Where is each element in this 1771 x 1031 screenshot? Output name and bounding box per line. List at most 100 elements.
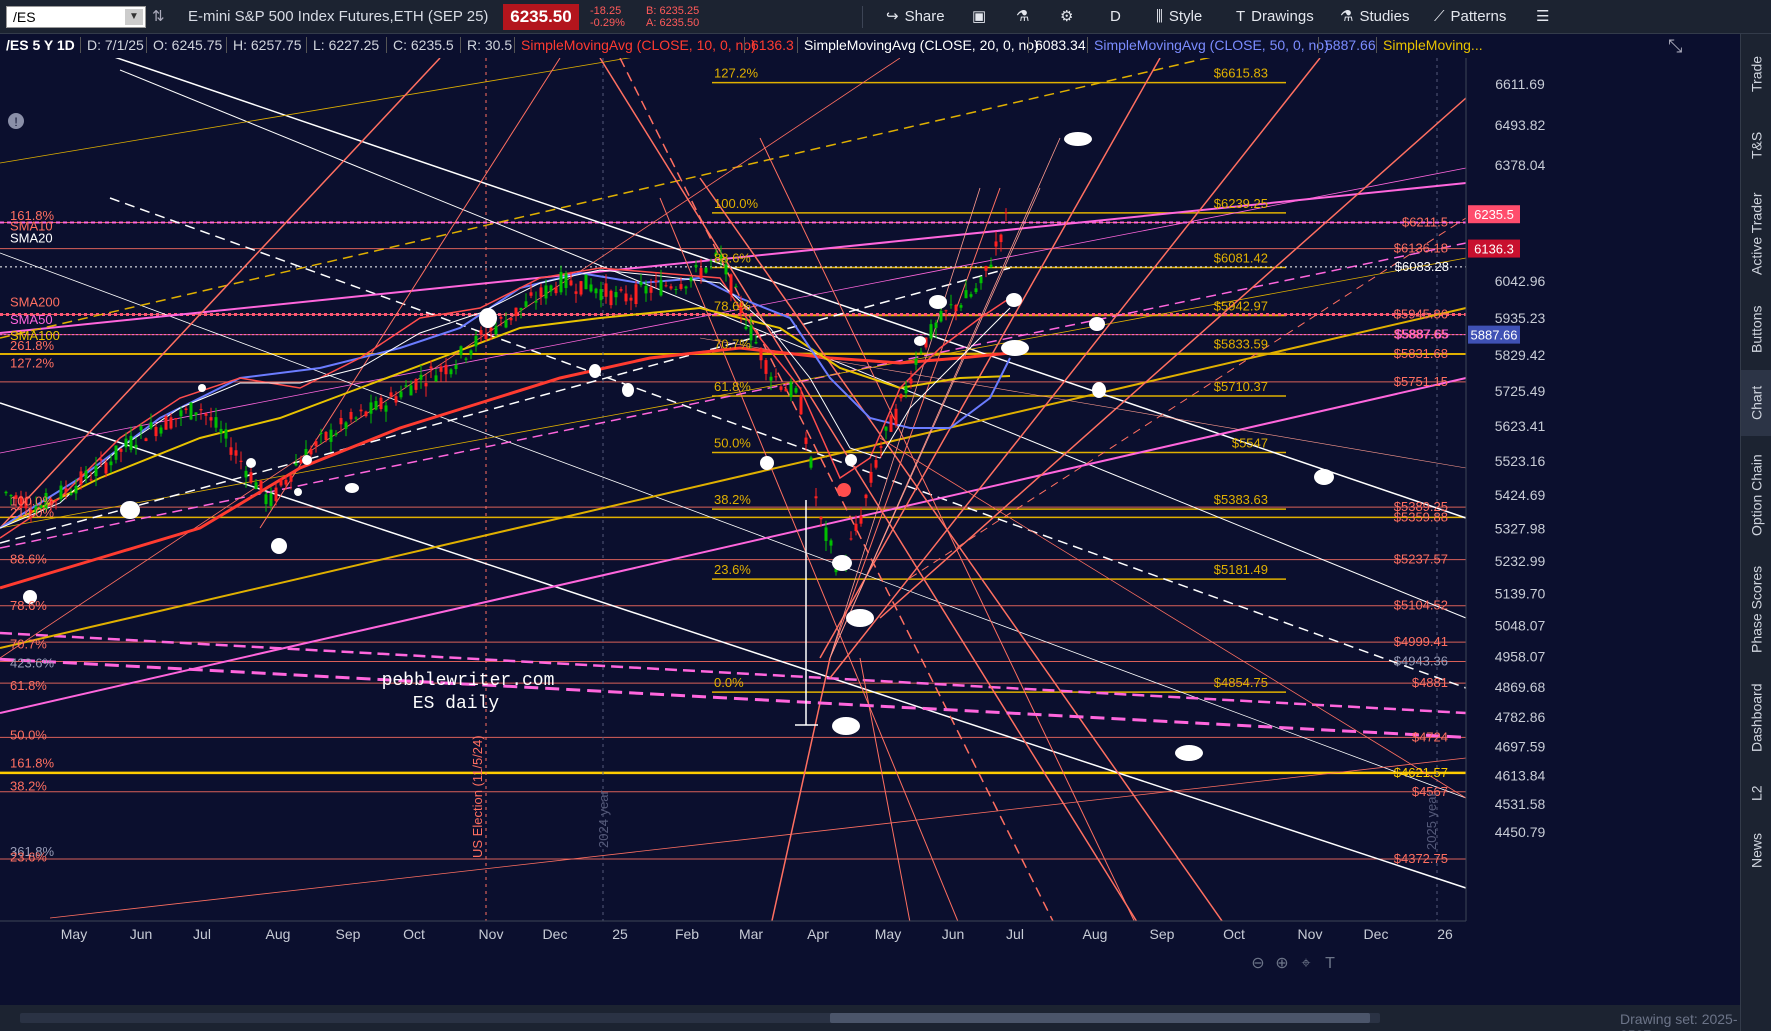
side-tab-dashboard[interactable]: Dashboard <box>1741 670 1771 766</box>
candle-body <box>84 470 88 479</box>
level-price-label: $4621.57 <box>1394 765 1448 780</box>
price-badge-label: 5887.66 <box>1471 328 1518 343</box>
side-tab-news[interactable]: News <box>1741 820 1771 880</box>
fib-price-label: $5181.49 <box>1214 562 1268 577</box>
left-level-label: 50.0% <box>10 727 47 742</box>
left-level-label: 61.8% <box>10 678 47 693</box>
y-tick-label: 5523.16 <box>1495 453 1546 469</box>
settings-button[interactable]: ⚙ <box>1060 6 1079 28</box>
candle-body <box>959 305 963 308</box>
symbol-input[interactable]: /ES ▼ <box>6 6 146 28</box>
drawings-button[interactable]: T Drawings <box>1236 6 1314 28</box>
fib-price-label: $6615.83 <box>1214 66 1268 81</box>
side-tab-l2[interactable]: L2 <box>1741 772 1771 814</box>
fib-price-label: $6239.25 <box>1214 196 1268 211</box>
x-tick-label: Sep <box>1150 926 1175 942</box>
bottom-scrollbar: Drawing set: 2025-0507 <box>0 1005 1740 1031</box>
menu-button[interactable]: ☰ <box>1536 6 1555 28</box>
fib-percent-label: 38.2% <box>714 492 751 507</box>
candle-body <box>254 482 258 490</box>
chart-area[interactable]: ! 127.2% $6615.83 100.0% $6239.25 88.6% $6081.… <box>0 58 1660 975</box>
candle-body <box>569 280 573 286</box>
fib-percent-label: 88.6% <box>714 251 751 266</box>
sma-more-study[interactable]: SimpleMoving... <box>1376 37 1489 53</box>
marker-oval <box>246 458 256 468</box>
aggregation-label: D <box>1110 8 1121 25</box>
symbol-description: E-mini S&P 500 Index Futures,ETH (SEP 25… <box>188 8 489 25</box>
fib-price-label: $5547 <box>1232 436 1268 451</box>
scroll-thumb[interactable] <box>830 1013 1370 1023</box>
studies-button[interactable]: ⚗ Studies <box>1340 6 1410 28</box>
close-label: C: 6235.5 <box>386 37 460 53</box>
sma20-study[interactable]: SimpleMovingAvg (CLOSE, 20, 0, no) <box>797 37 1045 53</box>
flask-button[interactable]: ⚗ <box>1016 6 1035 28</box>
level-price-label: $6136.18 <box>1394 241 1448 256</box>
share-button[interactable]: ↪ Share <box>886 6 945 28</box>
zoom-out-icon[interactable]: ⤡ <box>1668 36 1682 57</box>
side-tab-buttons[interactable]: Buttons <box>1741 294 1771 364</box>
ask-value: A: 6235.50 <box>646 17 700 29</box>
link-icon[interactable]: ⇅ <box>152 7 165 25</box>
candle-body <box>74 485 78 494</box>
left-level-label: 70.7% <box>10 636 47 651</box>
side-tab-option-chain[interactable]: Option Chain <box>1741 442 1771 548</box>
candle-body <box>464 358 468 360</box>
left-level-label: 127.2% <box>10 356 55 371</box>
candle-body <box>574 291 578 294</box>
chevron-down-icon[interactable]: ▼ <box>125 9 143 25</box>
candle-body <box>454 364 458 369</box>
price-chart[interactable]: ! 127.2% $6615.83 100.0% $6239.25 88.6% $6081.… <box>0 58 1660 975</box>
candle-icon: ⫼ <box>1156 8 1163 25</box>
candle-body <box>334 433 338 436</box>
level-price-label: $5104.52 <box>1394 598 1448 613</box>
y-tick-label: 5424.69 <box>1495 487 1546 503</box>
side-tab-trade[interactable]: Trade <box>1741 38 1771 110</box>
x-tick-label: 25 <box>612 926 628 942</box>
style-button[interactable]: ⫼ Style <box>1156 6 1202 28</box>
candle-body <box>979 277 983 284</box>
candle-body <box>339 418 343 425</box>
candle-body <box>379 397 383 410</box>
side-tab-chart[interactable]: Chart <box>1741 370 1771 436</box>
y-tick-label: 5327.98 <box>1495 520 1546 536</box>
candle-body <box>219 428 223 434</box>
level-price-label: $5831.68 <box>1394 346 1448 361</box>
drawings-label: Drawings <box>1251 8 1314 25</box>
candle-body <box>934 322 938 328</box>
candle-body <box>244 470 248 478</box>
candle-body <box>589 284 593 292</box>
candle-body <box>669 286 673 289</box>
sma10-study[interactable]: SimpleMovingAvg (CLOSE, 10, 0, no) <box>514 37 762 53</box>
left-level-label: 214.0% <box>10 505 55 520</box>
sma20-value: 6083.34 <box>1028 37 1092 53</box>
candle-body <box>324 431 328 441</box>
candle-body <box>154 426 158 437</box>
aggregation-button[interactable]: D <box>1110 6 1121 28</box>
left-level-label: 261.8% <box>10 338 55 353</box>
candle-body <box>214 417 218 428</box>
candle-body <box>99 459 103 461</box>
candle-body <box>289 475 293 482</box>
side-tab-phase-scores[interactable]: Phase Scores <box>1741 554 1771 664</box>
sma50-study[interactable]: SimpleMovingAvg (CLOSE, 50, 0, no) <box>1087 37 1335 53</box>
candle-body <box>194 412 198 415</box>
candle-body <box>174 418 178 420</box>
level-price-label: $5751.15 <box>1394 374 1448 389</box>
candle-body <box>944 310 948 312</box>
candle-body <box>819 517 823 520</box>
top-toolbar: /ES ▼ ⇅ E-mini S&P 500 Index Futures,ETH… <box>0 0 1771 34</box>
snapshot-button[interactable]: ▣ <box>972 6 992 28</box>
fib-price-label: $5383.63 <box>1214 492 1268 507</box>
sma50-price-label: $5887.65 <box>1395 327 1449 342</box>
patterns-button[interactable]: ⟋ Patterns <box>1434 6 1506 28</box>
candle-body <box>729 274 733 295</box>
candle-body <box>59 485 63 499</box>
candle-body <box>694 264 698 268</box>
fib-price-label: $5833.59 <box>1214 336 1268 351</box>
candle-body <box>434 375 438 382</box>
candle-body <box>579 281 583 295</box>
side-tab-active-trader[interactable]: Active Trader <box>1741 180 1771 288</box>
open-label: O: 6245.75 <box>146 37 228 53</box>
side-tab-t-s[interactable]: T&S <box>1741 116 1771 174</box>
y-tick-label: 5935.23 <box>1495 310 1546 326</box>
